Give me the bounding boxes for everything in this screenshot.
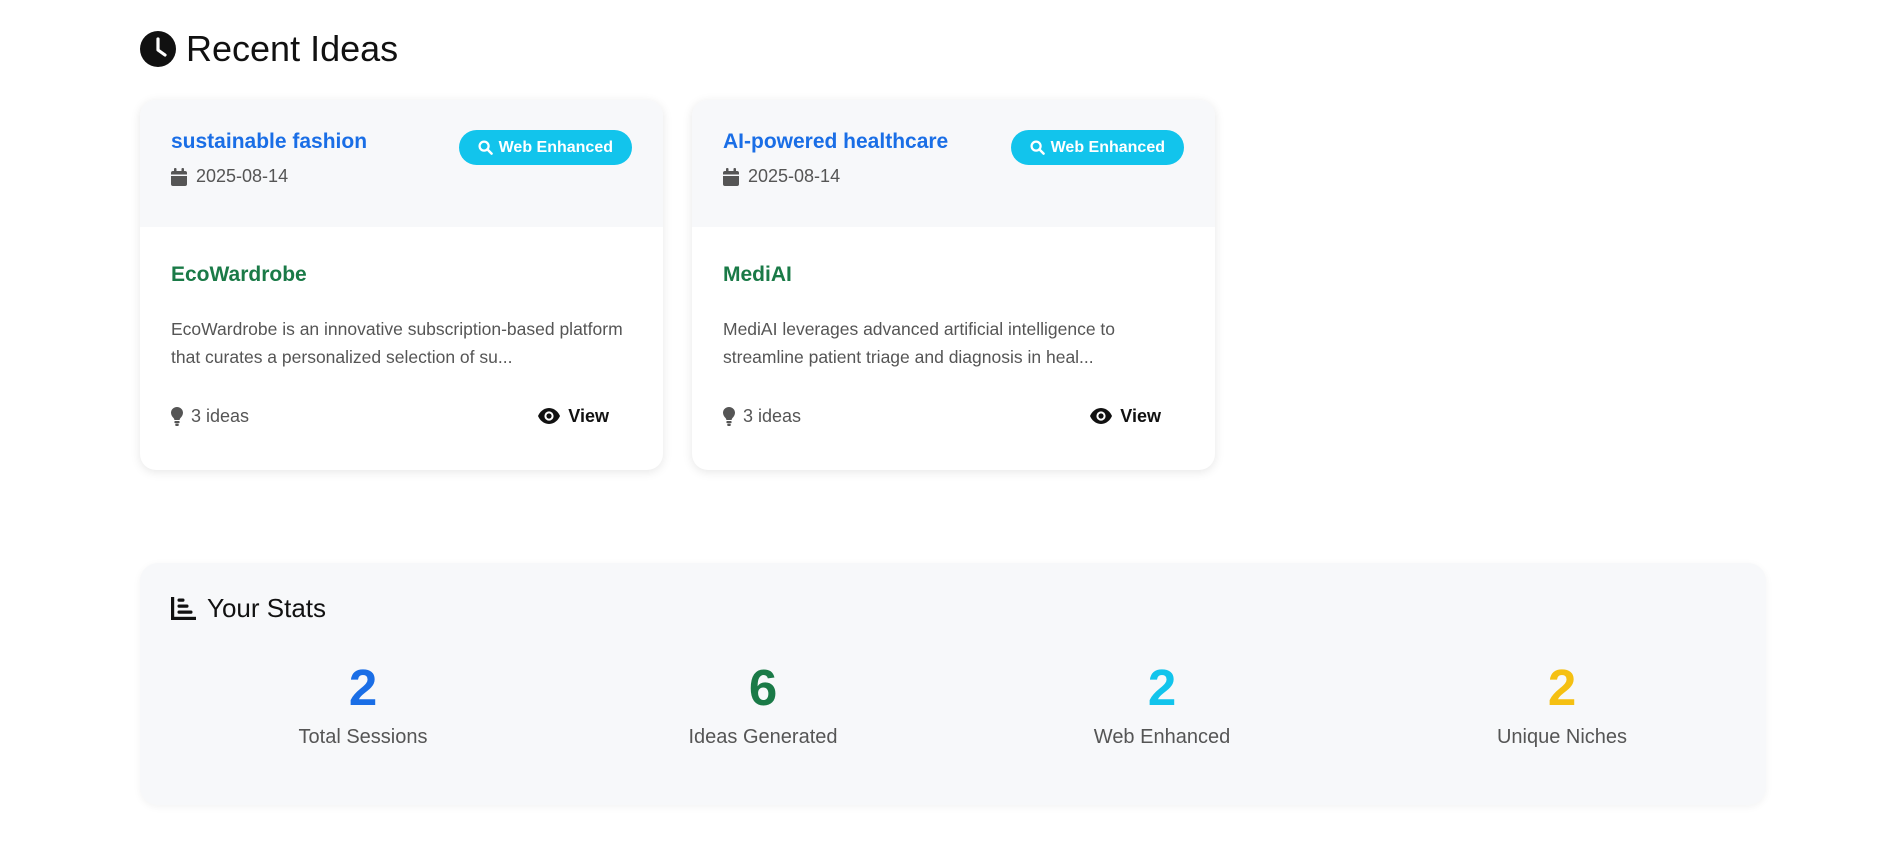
search-icon bbox=[1030, 140, 1045, 155]
clock-icon bbox=[140, 31, 176, 67]
calendar-icon bbox=[171, 167, 187, 186]
lightbulb-icon bbox=[723, 406, 735, 426]
stat-total-sessions: 2 Total Sessions bbox=[163, 658, 563, 749]
idea-card-date-text: 2025-08-14 bbox=[748, 166, 841, 186]
idea-card-description: MediAI leverages advanced artificial int… bbox=[723, 319, 1116, 367]
view-button-label: View bbox=[1120, 405, 1161, 426]
view-button-label: View bbox=[568, 405, 609, 426]
recent-ideas-heading: Recent Ideas bbox=[140, 28, 398, 70]
stats-panel: Your Stats 2 Total Sessions 6 Ideas Gene… bbox=[140, 563, 1766, 805]
idea-card-date: 2025-08-14 bbox=[723, 166, 1184, 187]
stat-value: 2 bbox=[1547, 659, 1577, 716]
lightbulb-icon bbox=[171, 406, 183, 426]
web-enhanced-badge-label: Web Enhanced bbox=[1050, 138, 1165, 156]
stat-label: Total Sessions bbox=[298, 726, 428, 748]
stat-unique-niches: 2 Unique Niches bbox=[1362, 658, 1762, 749]
view-button[interactable]: View bbox=[1090, 406, 1184, 427]
idea-card-date: 2025-08-14 bbox=[171, 166, 632, 187]
chart-bar-icon bbox=[171, 597, 196, 620]
stat-value: 6 bbox=[748, 659, 778, 716]
search-icon bbox=[478, 140, 493, 155]
recent-ideas-title: Recent Ideas bbox=[186, 28, 399, 69]
idea-card-ideas-count: 3 ideas bbox=[723, 406, 801, 427]
stats-title: Your Stats bbox=[207, 593, 327, 623]
view-button[interactable]: View bbox=[538, 406, 632, 427]
eye-icon bbox=[1090, 408, 1113, 424]
idea-card-ideas-count-text: 3 ideas bbox=[743, 405, 802, 426]
web-enhanced-badge: Web Enhanced bbox=[1010, 130, 1184, 165]
idea-card-name: MediAI bbox=[723, 263, 792, 286]
idea-card: sustainable fashion 2025-08-14 Web Enhan… bbox=[140, 100, 663, 470]
recent-ideas-list: sustainable fashion 2025-08-14 Web Enhan… bbox=[140, 100, 1215, 470]
idea-card-ideas-count: 3 ideas bbox=[171, 406, 249, 427]
idea-card-description: EcoWardrobe is an innovative subscriptio… bbox=[171, 319, 623, 367]
idea-card-ideas-count-text: 3 ideas bbox=[191, 405, 250, 426]
idea-card-date-text: 2025-08-14 bbox=[196, 166, 289, 186]
stat-label: Ideas Generated bbox=[688, 726, 838, 748]
web-enhanced-badge-label: Web Enhanced bbox=[498, 138, 613, 156]
stat-label: Web Enhanced bbox=[1093, 726, 1231, 748]
idea-card-header: AI-powered healthcare 2025-08-14 Web Enh… bbox=[692, 100, 1215, 227]
idea-card-header: sustainable fashion 2025-08-14 Web Enhan… bbox=[140, 100, 663, 227]
stat-web-enhanced: 2 Web Enhanced bbox=[962, 658, 1362, 749]
eye-icon bbox=[538, 408, 561, 424]
stat-value: 2 bbox=[1147, 659, 1177, 716]
calendar-icon bbox=[723, 167, 739, 186]
idea-card-body: EcoWardrobe EcoWardrobe is an innovative… bbox=[140, 227, 663, 371]
idea-card-footer: 3 ideas View bbox=[723, 403, 1184, 429]
idea-card-footer: 3 ideas View bbox=[171, 403, 632, 429]
stats-heading: Your Stats bbox=[171, 593, 326, 624]
web-enhanced-badge: Web Enhanced bbox=[458, 130, 632, 165]
stat-label: Unique Niches bbox=[1496, 726, 1628, 748]
stat-ideas-generated: 6 Ideas Generated bbox=[563, 658, 963, 749]
idea-card: AI-powered healthcare 2025-08-14 Web Enh… bbox=[692, 100, 1215, 470]
idea-card-body: MediAI MediAI leverages advanced artific… bbox=[692, 227, 1215, 371]
idea-card-name: EcoWardrobe bbox=[171, 263, 307, 286]
stat-value: 2 bbox=[348, 659, 378, 716]
